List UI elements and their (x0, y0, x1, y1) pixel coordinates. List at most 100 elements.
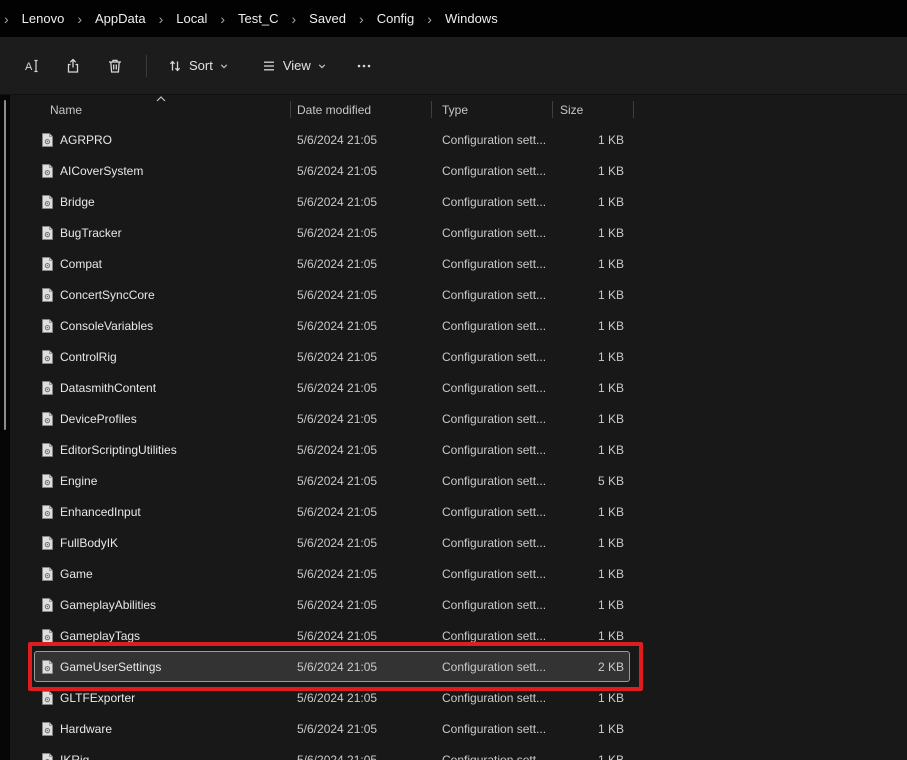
file-name-cell: GameplayAbilities (35, 597, 291, 613)
see-more-button[interactable] (343, 49, 385, 83)
column-header-date-modified[interactable]: Date modified (291, 95, 432, 124)
file-type: Configuration sett... (442, 287, 547, 302)
file-name-cell: ConsoleVariables (35, 318, 291, 334)
file-type: Configuration sett... (442, 318, 547, 333)
config-file-icon (42, 380, 53, 395)
chevron-down-icon (220, 63, 228, 68)
file-name-cell: AICoverSystem (35, 163, 291, 179)
file-type: Configuration sett... (442, 349, 547, 364)
file-date-modified: 5/6/2024 21:05 (297, 411, 378, 426)
file-size: 1 KB (597, 752, 624, 760)
file-row[interactable]: BugTracker 5/6/2024 21:05 Configuration … (34, 217, 630, 248)
config-file-icon (42, 473, 53, 488)
file-type: Configuration sett... (442, 194, 547, 209)
file-row[interactable]: Compat 5/6/2024 21:05 Configuration sett… (34, 248, 630, 279)
file-size: 1 KB (597, 721, 624, 736)
column-resize-handle[interactable] (633, 101, 634, 118)
file-name-cell: EnhancedInput (35, 504, 291, 520)
file-row[interactable]: GameplayTags 5/6/2024 21:05 Configuratio… (34, 620, 630, 651)
breadcrumb-item[interactable]: Windows (434, 6, 509, 31)
config-file-icon (42, 566, 53, 581)
file-row[interactable]: Bridge 5/6/2024 21:05 Configuration sett… (34, 186, 630, 217)
breadcrumb-separator-icon: › (359, 10, 364, 27)
file-name-cell: GLTFExporter (35, 690, 291, 706)
file-row[interactable]: GameplayAbilities 5/6/2024 21:05 Configu… (34, 589, 630, 620)
nav-pane-scrollbar[interactable] (4, 100, 6, 430)
file-size: 1 KB (597, 132, 624, 147)
file-date-modified: 5/6/2024 21:05 (297, 318, 378, 333)
share-button[interactable] (52, 49, 94, 83)
sort-button[interactable]: Sort (157, 49, 239, 83)
view-button-label: View (282, 58, 311, 73)
column-header-size[interactable]: Size (553, 95, 634, 124)
file-name: Engine (60, 473, 98, 488)
breadcrumb-item[interactable]: AppData (84, 6, 157, 31)
file-size: 1 KB (597, 225, 624, 240)
file-date-modified: 5/6/2024 21:05 (297, 225, 378, 240)
file-name-cell: Compat (35, 256, 291, 272)
config-file-icon (42, 287, 53, 302)
file-row[interactable]: DatasmithContent 5/6/2024 21:05 Configur… (34, 372, 630, 403)
file-date-modified: 5/6/2024 21:05 (297, 287, 378, 302)
config-file-icon (42, 132, 53, 147)
file-row[interactable]: IKRig 5/6/2024 21:05 Configuration sett.… (34, 744, 630, 760)
toolbar-separator (146, 54, 147, 77)
file-size: 1 KB (597, 349, 624, 364)
config-file-icon (42, 194, 53, 209)
file-name-cell: GameUserSettings (35, 659, 291, 675)
file-row[interactable]: AGRPRO 5/6/2024 21:05 Configuration sett… (34, 124, 630, 155)
file-type: Configuration sett... (442, 597, 547, 612)
column-header-date-label: Date modified (297, 102, 372, 117)
file-name: ConsoleVariables (60, 318, 154, 333)
column-header-size-label: Size (560, 102, 584, 117)
sort-button-label: Sort (189, 58, 213, 73)
breadcrumb-item[interactable]: Test_C (227, 6, 289, 31)
file-name-cell: Hardware (35, 721, 291, 737)
file-row[interactable]: DeviceProfiles 5/6/2024 21:05 Configurat… (34, 403, 630, 434)
breadcrumb-item[interactable]: Saved (298, 6, 357, 31)
file-name: IKRig (60, 752, 90, 760)
file-type: Configuration sett... (442, 256, 547, 271)
file-name: GLTFExporter (60, 690, 136, 705)
file-row[interactable]: GLTFExporter 5/6/2024 21:05 Configuratio… (34, 682, 630, 713)
file-type: Configuration sett... (442, 411, 547, 426)
file-type: Configuration sett... (442, 721, 547, 736)
delete-button[interactable] (94, 49, 136, 83)
breadcrumb-item[interactable]: Config (366, 6, 426, 31)
file-date-modified: 5/6/2024 21:05 (297, 752, 378, 760)
rename-button[interactable]: A (10, 49, 52, 83)
file-size: 1 KB (597, 194, 624, 209)
file-row[interactable]: Engine 5/6/2024 21:05 Configuration sett… (34, 465, 630, 496)
file-size: 1 KB (597, 597, 624, 612)
file-row[interactable]: Game 5/6/2024 21:05 Configuration sett..… (34, 558, 630, 589)
breadcrumb-separator-icon: › (4, 10, 9, 27)
file-row[interactable]: EditorScriptingUtilities 5/6/2024 21:05 … (34, 434, 630, 465)
ellipsis-icon (357, 64, 371, 67)
column-header-row: Name Date modified Type Size (30, 95, 634, 124)
file-row[interactable]: EnhancedInput 5/6/2024 21:05 Configurati… (34, 496, 630, 527)
breadcrumb: › Lenovo › AppData › Local › Test_C › Saved › Confi… (0, 6, 509, 31)
file-date-modified: 5/6/2024 21:05 (297, 132, 378, 147)
breadcrumb-item[interactable]: Local (165, 6, 218, 31)
breadcrumb-separator-icon: › (427, 10, 432, 27)
file-row[interactable]: ConsoleVariables 5/6/2024 21:05 Configur… (34, 310, 630, 341)
column-header-type[interactable]: Type (432, 95, 553, 124)
file-name-cell: BugTracker (35, 225, 291, 241)
file-explorer-window: › Lenovo › AppData › Local › Test_C › Saved › Confi… (0, 0, 907, 760)
file-row[interactable]: Hardware 5/6/2024 21:05 Configuration se… (34, 713, 630, 744)
file-row[interactable]: ControlRig 5/6/2024 21:05 Configuration … (34, 341, 630, 372)
file-size: 1 KB (597, 318, 624, 333)
file-date-modified: 5/6/2024 21:05 (297, 256, 378, 271)
view-button[interactable]: View (251, 49, 337, 83)
breadcrumb-item[interactable]: Lenovo (11, 6, 76, 31)
column-header-name[interactable]: Name (30, 95, 291, 124)
file-name: DatasmithContent (60, 380, 157, 395)
file-row[interactable]: ConcertSyncCore 5/6/2024 21:05 Configura… (34, 279, 630, 310)
file-name-cell: EditorScriptingUtilities (35, 442, 291, 458)
file-name: AGRPRO (60, 132, 113, 147)
file-row[interactable]: AICoverSystem 5/6/2024 21:05 Configurati… (34, 155, 630, 186)
file-date-modified: 5/6/2024 21:05 (297, 566, 378, 581)
file-row[interactable]: GameUserSettings 5/6/2024 21:05 Configur… (28, 642, 643, 691)
file-date-modified: 5/6/2024 21:05 (297, 194, 378, 209)
file-row[interactable]: FullBodyIK 5/6/2024 21:05 Configuration … (34, 527, 630, 558)
